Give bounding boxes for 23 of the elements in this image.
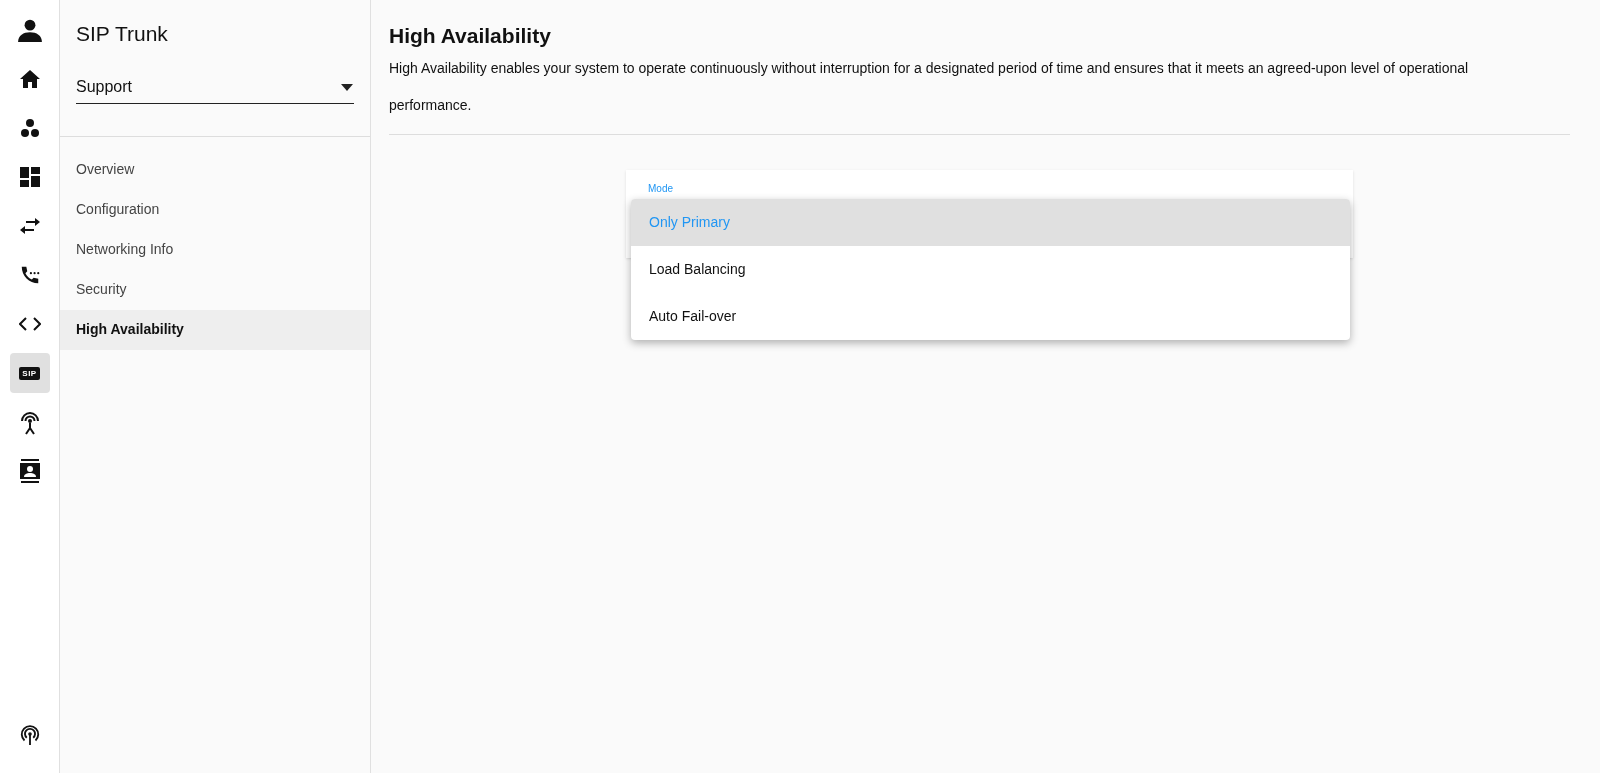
sip-badge-icon[interactable]: SIP xyxy=(19,366,40,380)
dropdown-arrow-icon xyxy=(341,83,353,91)
menu-option[interactable]: Load Balancing xyxy=(631,246,1350,293)
nav-item[interactable]: Networking Info xyxy=(60,229,370,270)
code-icon[interactable] xyxy=(18,317,41,331)
sidebar-title: SIP Trunk xyxy=(76,21,169,47)
nav-item[interactable]: Overview xyxy=(60,149,370,190)
project-select[interactable]: Support xyxy=(76,71,354,104)
broadcast-icon[interactable] xyxy=(18,724,41,746)
contact-card-icon[interactable] xyxy=(19,459,40,483)
user-icon[interactable] xyxy=(16,17,43,43)
nav-item[interactable]: Security xyxy=(60,269,370,310)
nav-item[interactable]: Configuration xyxy=(60,189,370,230)
dashboard-icon[interactable] xyxy=(19,167,40,187)
page-description: High Availability enables your system to operate continuously without interruption for a designated period of time and ensures that it meets an agreed-upon level of operational performance. xyxy=(389,58,1470,115)
rail-item-highlight[interactable]: SIP xyxy=(9,353,50,393)
field-label: Mode xyxy=(648,183,673,195)
page-title: High Availability xyxy=(389,23,552,49)
nav-item[interactable]: High Availability xyxy=(60,309,370,350)
menu-option[interactable]: Auto Fail-over xyxy=(631,293,1350,340)
home-icon[interactable] xyxy=(19,70,40,88)
swap-arrows-icon[interactable] xyxy=(18,218,41,234)
three-circles-icon[interactable] xyxy=(19,118,40,138)
